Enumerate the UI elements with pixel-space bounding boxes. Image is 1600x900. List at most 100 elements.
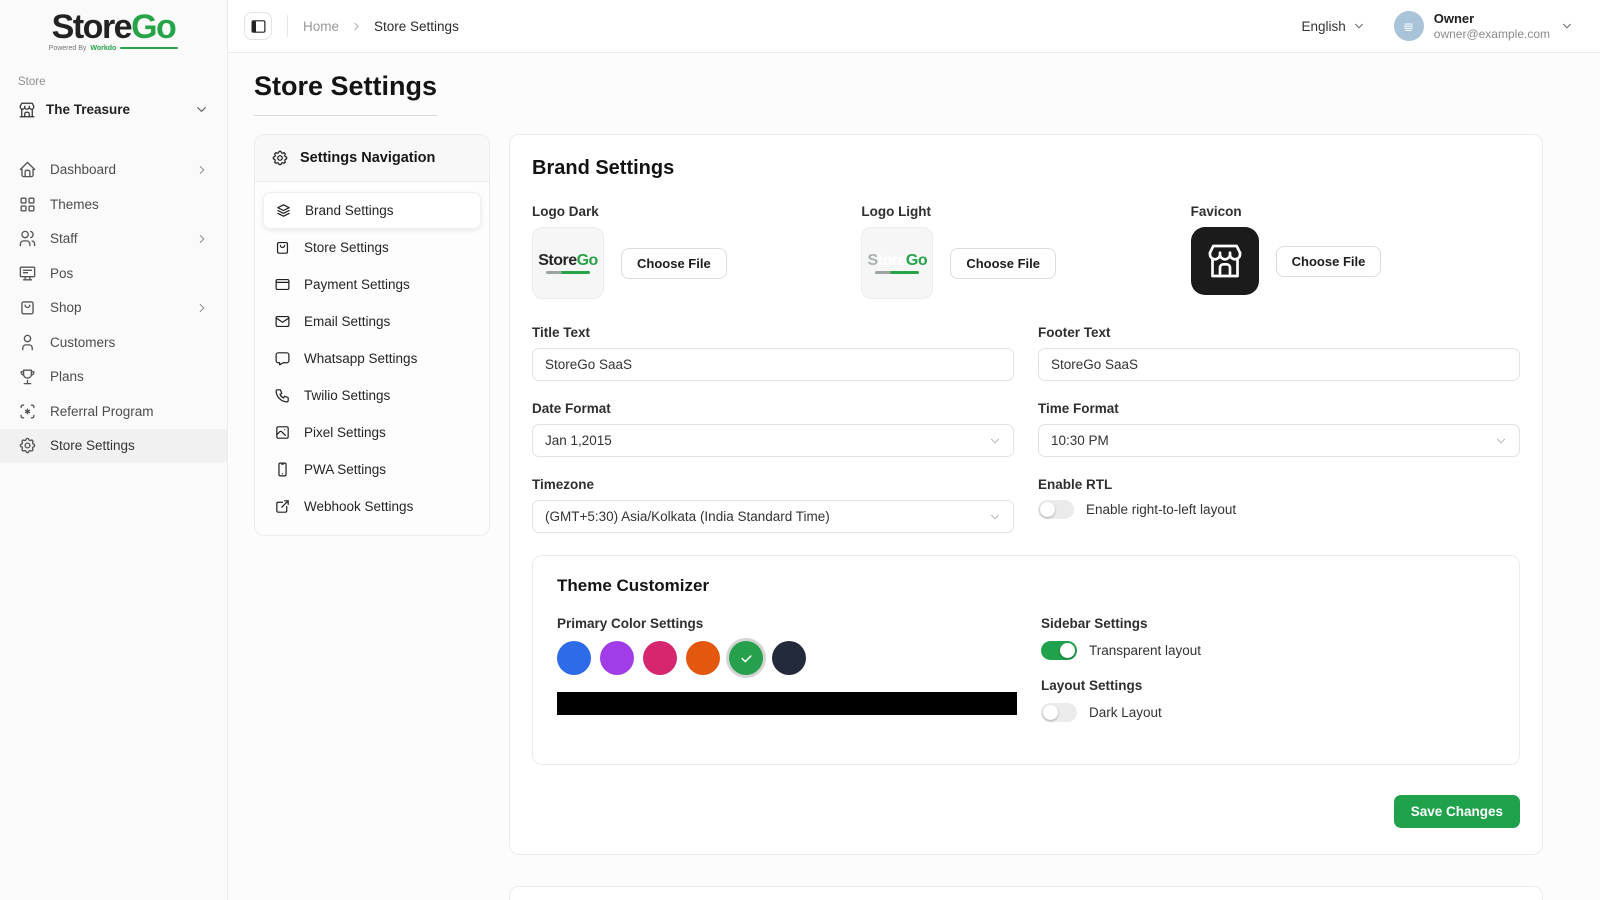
color-preview-bar — [557, 692, 1017, 715]
chevron-right-icon — [350, 20, 363, 33]
logo-part-store: Store — [52, 8, 131, 46]
settings-nav-label: Webhook Settings — [304, 499, 413, 514]
pos-terminal-icon — [18, 264, 37, 283]
color-swatches — [557, 641, 1017, 675]
footer-text-input[interactable] — [1038, 348, 1520, 381]
user-name: Owner — [1434, 11, 1550, 27]
color-swatch-blue[interactable] — [557, 641, 591, 675]
logo-light-choose-file-button[interactable]: Choose File — [950, 248, 1056, 279]
sidebar-item-label: Themes — [50, 197, 99, 212]
dark-layout-toggle[interactable] — [1041, 703, 1077, 722]
transparent-layout-toggle[interactable] — [1041, 641, 1077, 660]
logo-dark-powered-line — [546, 271, 590, 274]
settings-navigation-list: Brand Settings Store Settings Payment Se… — [255, 182, 489, 535]
sidebar-item-label: Referral Program — [50, 404, 154, 419]
title-text-input[interactable] — [532, 348, 1014, 381]
settings-nav-whatsapp-settings[interactable]: Whatsapp Settings — [263, 340, 481, 377]
storefront-icon — [1205, 241, 1245, 281]
logo-dark-label: Logo Dark — [532, 204, 861, 219]
settings-nav-pwa-settings[interactable]: PWA Settings — [263, 451, 481, 488]
logo-light-row: StoreGo Choose File — [861, 227, 1190, 299]
time-format-value: 10:30 PM — [1051, 433, 1109, 448]
sidebar-item-staff[interactable]: Staff — [0, 222, 227, 257]
enable-rtl-label: Enable RTL — [1038, 477, 1520, 492]
settings-nav-brand-settings[interactable]: Brand Settings — [263, 192, 481, 229]
timezone-field: Timezone (GMT+5:30) Asia/Kolkata (India … — [532, 477, 1014, 533]
color-swatch-pink[interactable] — [643, 641, 677, 675]
breadcrumb-current: Store Settings — [374, 19, 459, 34]
sidebar-item-customers[interactable]: Customers — [0, 325, 227, 360]
powered-underline — [120, 47, 178, 49]
color-swatch-purple[interactable] — [600, 641, 634, 675]
logo-dark-choose-file-button[interactable]: Choose File — [621, 248, 727, 279]
sidebar-item-referral-program[interactable]: Referral Program — [0, 394, 227, 429]
main-area: Store Settings Settings Navigation Brand… — [228, 53, 1600, 900]
color-swatch-green[interactable] — [729, 641, 763, 675]
chevron-down-icon — [1560, 19, 1574, 33]
external-link-icon — [274, 498, 291, 515]
app-logo: StoreGo Powered By Workdo — [0, 10, 227, 62]
sidebar-item-label: Pos — [50, 266, 73, 281]
settings-nav-label: Pixel Settings — [304, 425, 386, 440]
color-swatch-navy[interactable] — [772, 641, 806, 675]
brand-form: Title Text Footer Text Date Format Jan 1… — [532, 325, 1520, 533]
theme-customizer-title: Theme Customizer — [557, 576, 1495, 596]
chevron-down-icon — [1352, 19, 1366, 33]
layout-settings-group: Layout Settings Dark Layout — [1041, 678, 1495, 722]
settings-nav-twilio-settings[interactable]: Twilio Settings — [263, 377, 481, 414]
topbar-right: English Owner owner@example.com — [1301, 11, 1574, 41]
store-section-label: Store — [18, 76, 209, 88]
save-row: Save Changes — [532, 795, 1520, 828]
settings-nav-webhook-settings[interactable]: Webhook Settings — [263, 488, 481, 525]
sidebar-item-store-settings[interactable]: Store Settings — [0, 429, 227, 464]
settings-nav-store-settings[interactable]: Store Settings — [263, 229, 481, 266]
logo-light-preview: StoreGo — [861, 227, 933, 299]
sidebar-toggle-button[interactable] — [244, 12, 272, 40]
favicon-choose-file-button[interactable]: Choose File — [1276, 246, 1382, 277]
sidebar-item-shop[interactable]: Shop — [0, 291, 227, 326]
user-email: owner@example.com — [1434, 27, 1550, 41]
color-swatch-orange[interactable] — [686, 641, 720, 675]
referral-icon — [18, 402, 37, 421]
settings-nav-label: Payment Settings — [304, 277, 410, 292]
date-format-field: Date Format Jan 1,2015 — [532, 401, 1014, 457]
footer-text-label: Footer Text — [1038, 325, 1520, 340]
store-settings-card: Store Settings Store Logo Invoice Logo — [509, 886, 1543, 900]
settings-nav-payment-settings[interactable]: Payment Settings — [263, 266, 481, 303]
sidebar-item-dashboard[interactable]: Dashboard — [0, 153, 227, 188]
user-icon — [18, 333, 37, 352]
enable-rtl-toggle[interactable] — [1038, 500, 1074, 519]
app-logo-text: StoreGo — [0, 10, 227, 46]
time-format-select[interactable]: 10:30 PM — [1038, 424, 1520, 457]
store-switcher[interactable]: The Treasure — [18, 88, 209, 129]
settings-nav-label: Email Settings — [304, 314, 390, 329]
settings-navigation-header: Settings Navigation — [255, 135, 489, 182]
mail-icon — [274, 313, 291, 330]
user-menu[interactable]: Owner owner@example.com — [1394, 11, 1574, 41]
chevron-down-icon — [988, 510, 1002, 524]
page-title: Store Settings — [254, 71, 437, 116]
theme-customizer-grid: Primary Color Settings — [557, 616, 1495, 740]
breadcrumb-home-link[interactable]: Home — [303, 19, 339, 34]
timezone-select[interactable]: (GMT+5:30) Asia/Kolkata (India Standard … — [532, 500, 1014, 533]
time-format-field: Time Format 10:30 PM — [1038, 401, 1520, 457]
sidebar-item-plans[interactable]: Plans — [0, 360, 227, 395]
favicon-label: Favicon — [1191, 204, 1520, 219]
enable-rtl-row: Enable right-to-left layout — [1038, 500, 1520, 519]
sidebar-item-themes[interactable]: Themes — [0, 187, 227, 222]
logo-light-image: StoreGo — [868, 253, 928, 269]
settings-nav-pixel-settings[interactable]: Pixel Settings — [263, 414, 481, 451]
topbar: Home Store Settings English Owner owner@… — [228, 0, 1600, 53]
sidebar-item-label: Dashboard — [50, 162, 116, 177]
date-format-label: Date Format — [532, 401, 1014, 416]
save-changes-button[interactable]: Save Changes — [1394, 795, 1520, 828]
powered-by-text: Powered By — [49, 45, 87, 52]
sidebar-item-pos[interactable]: Pos — [0, 256, 227, 291]
date-format-select[interactable]: Jan 1,2015 — [532, 424, 1014, 457]
settings-nav-email-settings[interactable]: Email Settings — [263, 303, 481, 340]
logo-dark-field: Logo Dark StoreGo Choose File — [532, 204, 861, 299]
settings-nav-label: PWA Settings — [304, 462, 386, 477]
trophy-icon — [18, 367, 37, 386]
sidebar-item-label: Store Settings — [50, 438, 135, 453]
language-selector[interactable]: English — [1301, 19, 1365, 34]
